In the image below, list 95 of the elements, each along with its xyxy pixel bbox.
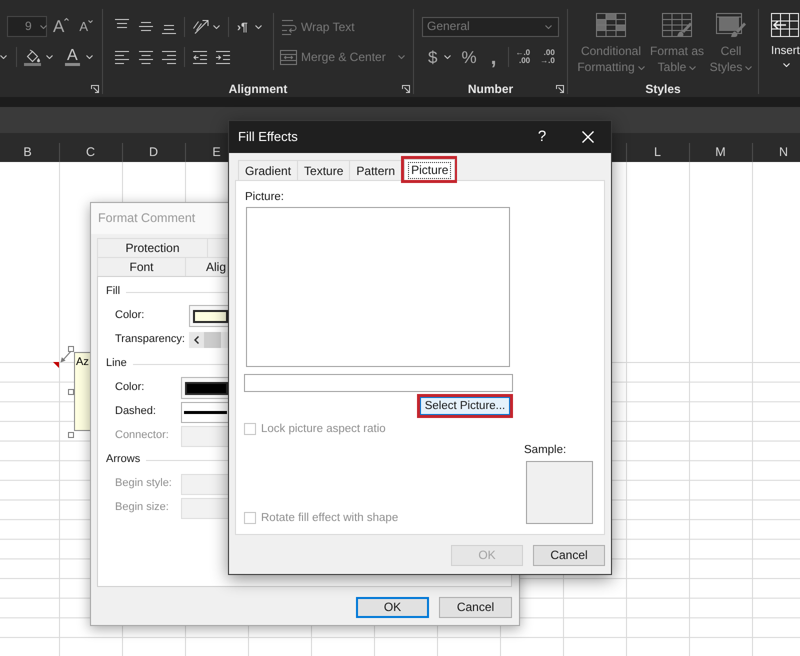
caret-icon[interactable] <box>86 55 93 59</box>
tab[interactable]: Picture <box>404 159 456 180</box>
align-middle-icon[interactable] <box>139 22 153 30</box>
caret-icon[interactable] <box>213 24 220 28</box>
shaded-grid-icon <box>596 13 626 37</box>
dialog-launcher-icon[interactable] <box>402 84 410 92</box>
column-header[interactable]: L <box>654 145 661 160</box>
dialog-button[interactable]: Cancel <box>439 597 512 618</box>
column-header[interactable]: C <box>86 145 96 160</box>
grid-arrow-icon <box>771 13 799 37</box>
field-label: Begin style: <box>115 477 173 491</box>
field-label: Picture: <box>245 190 284 204</box>
shrink-font-button[interactable]: A <box>79 20 94 33</box>
decrease-decimal-button[interactable]: .00 →.0 <box>540 49 555 65</box>
color-dropdown[interactable] <box>181 377 229 399</box>
align-top-icon[interactable] <box>115 19 129 28</box>
merge-cells-icon <box>280 50 297 64</box>
group-label: Alignment <box>228 82 288 96</box>
group-label: Number <box>468 82 514 96</box>
sample-preview <box>526 461 593 524</box>
cell-brush-icon <box>716 13 746 37</box>
column-header[interactable]: M <box>715 145 726 160</box>
group-label: Styles <box>645 82 681 96</box>
checkbox-label: Lock picture aspect ratio <box>261 422 386 436</box>
chevron-left-icon <box>194 336 199 344</box>
file-name-field[interactable] <box>244 374 513 392</box>
tab[interactable]: Alig <box>185 257 228 276</box>
dialog-button[interactable]: OK <box>356 597 429 618</box>
help-button[interactable]: ? <box>519 121 565 153</box>
font-size-dropdown[interactable]: 9 <box>7 16 47 37</box>
line-style-dropdown[interactable] <box>181 402 229 422</box>
line-sample-icon <box>184 410 227 414</box>
tab[interactable]: Gradient <box>238 160 298 180</box>
field-label: Connector: <box>115 429 170 443</box>
dialog-title: Fill Effects <box>238 129 299 145</box>
dialog-title: Format Comment <box>98 211 196 226</box>
percent-button[interactable]: % <box>461 48 477 66</box>
select-picture-button[interactable]: Select Picture... <box>420 397 510 415</box>
tab[interactable]: Protection <box>97 238 208 257</box>
dialog-launcher-icon[interactable] <box>556 84 564 92</box>
increase-indent-icon[interactable] <box>216 50 230 64</box>
align-right-icon[interactable] <box>162 50 176 64</box>
field-label: Color: <box>115 381 146 395</box>
caret-icon[interactable] <box>254 24 262 28</box>
tab[interactable]: Font <box>97 257 186 276</box>
field-label: Color: <box>115 309 146 323</box>
section-heading: Fill <box>106 285 120 299</box>
text-direction-button[interactable]: ›¶ <box>237 20 248 32</box>
table-brush-icon <box>662 13 692 37</box>
caret-icon[interactable] <box>46 55 53 59</box>
paint-bucket-icon[interactable] <box>24 48 41 66</box>
column-header[interactable]: D <box>148 145 158 160</box>
dialog-button[interactable]: Cancel <box>533 545 605 566</box>
caret-icon <box>783 63 790 67</box>
resize-handle[interactable] <box>68 389 74 395</box>
close-icon <box>582 131 594 143</box>
align-left-icon[interactable] <box>115 50 129 64</box>
comment-box[interactable]: Az <box>74 352 90 431</box>
increase-decimal-button[interactable]: ←.0 .00 <box>515 49 530 65</box>
decrease-indent-icon[interactable] <box>193 50 207 64</box>
field-label: Transparency: <box>115 333 185 347</box>
resize-handle[interactable] <box>68 432 74 438</box>
slider-thumb[interactable] <box>204 332 221 348</box>
comment-arrow <box>60 349 73 363</box>
caret-icon <box>545 24 552 28</box>
currency-button[interactable]: $ <box>428 48 438 66</box>
caret-up-icon <box>64 18 70 21</box>
column-header[interactable]: N <box>778 145 788 160</box>
column-header[interactable]: B <box>23 145 32 160</box>
field-label: Begin size: <box>115 501 170 515</box>
field-label: Dashed: <box>115 405 157 419</box>
resize-handle[interactable] <box>68 346 74 352</box>
caret-icon[interactable] <box>444 55 452 59</box>
column-header[interactable]: E <box>212 145 221 160</box>
font-color-button[interactable]: A <box>65 48 80 66</box>
grow-font-button[interactable]: A <box>53 18 70 35</box>
align-center-icon[interactable] <box>139 50 153 64</box>
section-heading: Line <box>106 357 127 371</box>
scroll-left-button[interactable] <box>188 332 204 348</box>
section-heading: Arrows <box>106 453 140 467</box>
dialog-launcher-icon[interactable] <box>91 84 99 92</box>
field-label: Sample: <box>524 443 566 457</box>
caret-icon <box>40 24 47 28</box>
caret-icon <box>745 66 752 70</box>
caret-icon <box>638 66 645 70</box>
caret-down-icon <box>88 20 94 23</box>
caret-icon <box>398 55 405 59</box>
slanted-arrow-icon[interactable] <box>192 19 209 34</box>
checkbox-label: Rotate fill effect with shape <box>261 511 398 525</box>
caret-icon <box>689 66 696 70</box>
insert-button[interactable]: Insert <box>771 12 800 67</box>
wrap-text-icon <box>282 18 297 34</box>
align-bottom-icon[interactable] <box>162 24 176 34</box>
color-dropdown[interactable] <box>188 305 229 327</box>
caret-icon[interactable] <box>0 55 7 59</box>
